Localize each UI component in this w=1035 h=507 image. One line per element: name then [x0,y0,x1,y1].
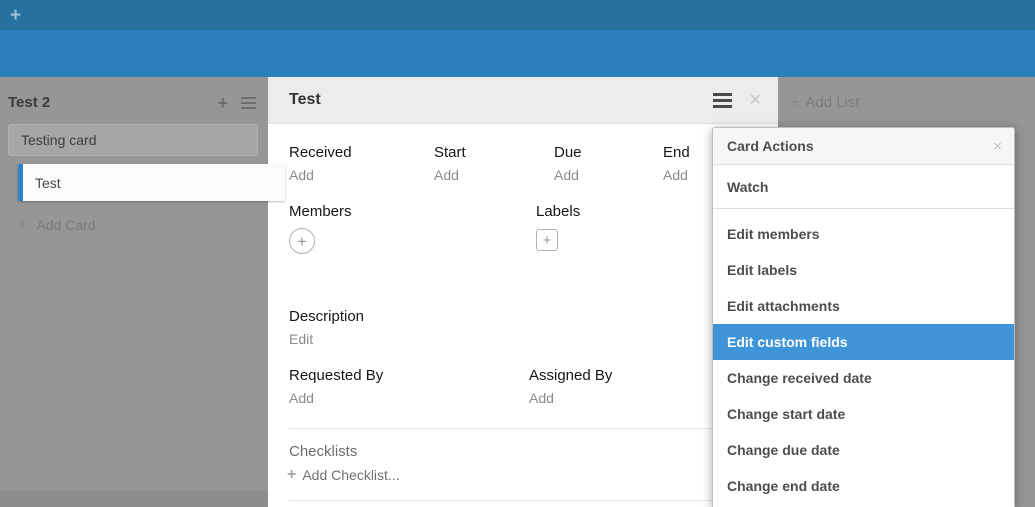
plus-icon: + [18,217,27,233]
card-detail-close-icon[interactable]: × [749,90,761,110]
add-member-button[interactable]: + [289,228,315,254]
add-checklist-label: Add Checklist... [302,467,399,483]
due-add-link[interactable]: Add [554,167,579,183]
divider [289,428,757,429]
divider [289,500,757,501]
received-label: Received [289,144,434,161]
members-labels-row: Members + Labels + [289,203,580,254]
assigned-by-label: Assigned By [529,367,612,384]
add-list-label: Add List [805,94,859,111]
card-actions-popup: Card Actions × Watch Edit members Edit l… [712,127,1015,507]
received-field: Received Add [289,144,434,183]
description-label: Description [289,308,364,325]
menu-item-change-end-date[interactable]: Change end date [713,468,1014,504]
members-field: Members + [289,203,536,254]
add-list-button[interactable]: + Add List [790,94,860,111]
menu-item-edit-attachments[interactable]: Edit attachments [713,288,1014,324]
start-add-link[interactable]: Add [434,167,459,183]
requested-by-field: Requested By Add [289,367,529,406]
top-bar: + [0,0,1035,30]
end-field: End Add [663,144,690,183]
received-add-link[interactable]: Add [289,167,314,183]
plus-icon: + [543,233,552,248]
due-field: Due Add [554,144,663,183]
add-card-button[interactable]: + Add Card [18,217,268,233]
plus-icon: + [287,467,296,483]
card-title: Test [35,175,61,191]
menu-item-change-start-date[interactable]: Change start date [713,396,1014,432]
app-screen: + + Add List Test 2 + Testing card Test … [0,0,1035,507]
end-add-link[interactable]: Add [663,167,688,183]
card-detail-title: Test [289,91,713,109]
requested-assigned-row: Requested By Add Assigned By Add [289,367,612,406]
card-detail-menu-icon[interactable] [713,90,732,111]
due-label: Due [554,144,663,161]
menu-item-edit-labels[interactable]: Edit labels [713,252,1014,288]
description-edit-link[interactable]: Edit [289,331,313,347]
plus-icon: + [790,95,799,111]
menu-item-edit-custom-fields[interactable]: Edit custom fields [713,324,1014,360]
start-label: Start [434,144,554,161]
requested-by-add-link[interactable]: Add [289,390,314,406]
list-title: Test 2 [8,94,217,111]
plus-icon: + [10,5,21,26]
labels-label: Labels [536,203,580,220]
popup-close-icon[interactable]: × [993,139,1002,154]
list-menu-icon[interactable] [241,94,256,112]
labels-field: Labels + [536,203,580,254]
requested-by-label: Requested By [289,367,529,384]
assigned-by-field: Assigned By Add [529,367,612,406]
card-actions-popup-header: Card Actions × [713,128,1014,165]
end-label: End [663,144,690,161]
card-actions-menu-list: Edit members Edit labels Edit attachment… [713,209,1014,504]
description-field: Description Edit [289,308,364,347]
add-board-button[interactable]: + [10,6,21,25]
add-checklist-button[interactable]: + Add Checklist... [287,467,400,483]
assigned-by-add-link[interactable]: Add [529,390,554,406]
add-card-label: Add Card [36,217,95,233]
board-header-bar [0,30,1035,77]
card-title: Testing card [21,132,96,148]
members-label: Members [289,203,536,220]
list-column: Test 2 + Testing card Test + Add Card [0,77,268,507]
start-field: Start Add [434,144,554,183]
card-detail-header: Test × [268,77,778,124]
card-detail-panel: Test × Received Add Start Add Due Add En… [268,77,778,507]
list-add-card-icon[interactable]: + [217,94,228,112]
card-actions-title: Card Actions [727,138,993,154]
plus-icon: + [297,233,307,250]
card-item[interactable]: Testing card [8,124,258,156]
list-header: Test 2 + [0,77,268,124]
menu-item-edit-members[interactable]: Edit members [713,216,1014,252]
date-fields-row: Received Add Start Add Due Add End Add [289,144,690,183]
checklists-title: Checklists [289,443,357,460]
menu-item-change-due-date[interactable]: Change due date [713,432,1014,468]
menu-item-change-received-date[interactable]: Change received date [713,360,1014,396]
card-item-selected[interactable]: Test [18,164,285,201]
menu-item-watch[interactable]: Watch [713,165,1014,209]
add-label-button[interactable]: + [536,229,558,251]
